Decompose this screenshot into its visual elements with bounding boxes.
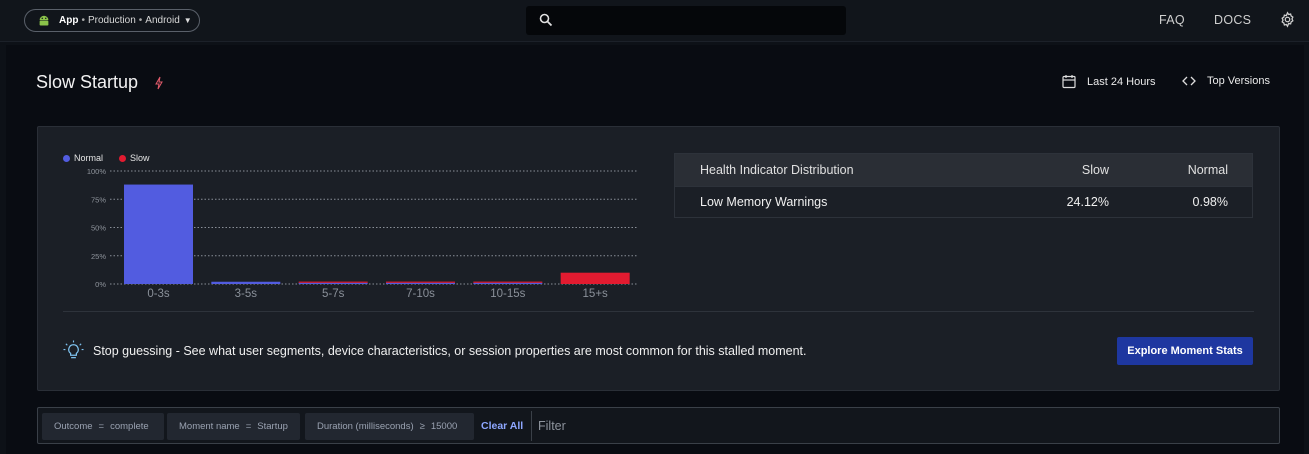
- chip-value: complete: [110, 421, 149, 432]
- chip-field: Duration (milliseconds): [317, 421, 414, 432]
- indicator-name: Low Memory Warnings: [700, 195, 828, 209]
- page-title: Slow Startup: [36, 72, 139, 92]
- table-row[interactable]: Low Memory Warnings 24.12% 0.98%: [675, 186, 1252, 217]
- search-box[interactable]: [526, 6, 846, 35]
- chip-value: Startup: [257, 421, 288, 432]
- legend-item-normal[interactable]: Normal: [63, 153, 103, 163]
- legend-label-normal: Normal: [74, 153, 104, 163]
- divider: [63, 311, 1254, 312]
- moment-icon: [155, 76, 163, 90]
- y-tick-label: 75%: [91, 195, 106, 204]
- filter-bar: Outcome = complete Moment name = Startup…: [37, 407, 1280, 444]
- legend-dot-slow: [119, 154, 127, 162]
- separator-dot: •: [138, 15, 143, 26]
- startup-distribution-chart: 0% 25% 50% 75% 100% 0-3s 3-5s 5-7s 7-10s 10-15s 15…: [87, 167, 638, 300]
- caret-down-icon: ▼: [183, 16, 192, 25]
- docs-link[interactable]: DOCS: [1214, 13, 1251, 27]
- lightbulb-icon: [63, 340, 84, 359]
- health-indicator-table: Health Indicator Distribution Slow Norma…: [674, 153, 1253, 218]
- faq-link[interactable]: FAQ: [1159, 13, 1185, 27]
- tip-banner: Stop guessing - See what user segments, …: [63, 340, 807, 361]
- legend-label-slow: Slow: [130, 153, 150, 163]
- calendar-icon: [1062, 75, 1076, 89]
- normal-value: 0.98%: [1192, 195, 1228, 209]
- column-header-normal: Normal: [1187, 163, 1228, 177]
- top-bar: App • Production • Android ▼ FAQ DOCS: [0, 0, 1309, 42]
- bar-normal-10-15s: [473, 282, 543, 284]
- bar-slow-5-7s: [298, 281, 368, 283]
- chip-operator: =: [98, 421, 105, 432]
- explore-moment-stats-button[interactable]: Explore Moment Stats: [1117, 337, 1253, 365]
- tip-text: Stop guessing - See what user segments, …: [93, 343, 807, 358]
- chip-field: Outcome: [54, 421, 93, 432]
- x-tick-label: 0-3s: [147, 288, 170, 300]
- y-tick-label: 25%: [91, 252, 106, 261]
- x-tick-label: 3-5s: [235, 288, 258, 300]
- table-header: Health Indicator Distribution Slow Norma…: [675, 154, 1252, 186]
- x-tick-label: 15+s: [583, 288, 609, 300]
- slow-value: 24.12%: [1066, 195, 1109, 209]
- bar-slow-15+s: [560, 272, 630, 284]
- filter-chip-outcome[interactable]: Outcome = complete: [42, 413, 164, 440]
- code-brackets-icon: [1182, 76, 1196, 86]
- platform-label: Android: [145, 15, 180, 26]
- separator-dot: •: [81, 15, 85, 26]
- y-tick-label: 0%: [95, 280, 106, 289]
- chip-field: Moment name: [179, 421, 240, 432]
- bar-normal-7-10s: [386, 282, 455, 284]
- date-range-label: Last 24 Hours: [1087, 75, 1156, 88]
- date-range-selector[interactable]: Last 24 Hours: [1062, 74, 1155, 89]
- y-tick-label: 50%: [91, 224, 106, 233]
- x-tick-label: 7-10s: [406, 288, 435, 300]
- android-icon: [39, 15, 49, 25]
- versions-selector[interactable]: Top Versions: [1182, 74, 1270, 88]
- moment-card: Normal Slow 0% 25% 50% 75% 100% 0-3s 3-5s 5-7s 7…: [37, 126, 1280, 391]
- filter-separator: [531, 411, 532, 441]
- chip-operator: ≥: [419, 421, 425, 432]
- x-tick-label: 5-7s: [322, 288, 345, 300]
- versions-label: Top Versions: [1207, 75, 1270, 87]
- legend-item-slow[interactable]: Slow: [119, 153, 150, 163]
- bar-normal-0-3s: [124, 184, 193, 284]
- filter-chip-duration[interactable]: Duration (milliseconds) ≥ 15000: [305, 413, 474, 440]
- clear-all-button[interactable]: Clear All: [481, 420, 523, 432]
- y-tick-label: 100%: [87, 167, 107, 176]
- bar-slow-7-10s: [386, 281, 455, 283]
- bar-slow-10-15s: [473, 281, 543, 283]
- gear-icon[interactable]: [1279, 11, 1296, 28]
- filter-chip-moment-name[interactable]: Moment name = Startup: [167, 413, 300, 440]
- search-icon: [539, 13, 553, 27]
- chip-operator: =: [245, 421, 252, 432]
- bar-normal-3-5s: [211, 281, 281, 284]
- column-header-indicator: Health Indicator Distribution: [700, 163, 854, 177]
- filter-input[interactable]: [538, 412, 1268, 440]
- x-tick-label: 10-15s: [490, 288, 525, 300]
- chip-value: 15000: [430, 421, 458, 432]
- bar-normal-5-7s: [298, 282, 368, 284]
- chart-legend: Normal Slow: [63, 153, 166, 163]
- legend-dot-normal: [63, 154, 70, 162]
- app-name: App: [59, 15, 79, 26]
- app-selector[interactable]: App • Production • Android ▼: [24, 9, 200, 32]
- column-header-slow: Slow: [1081, 163, 1109, 177]
- environment-label: Production: [87, 15, 136, 26]
